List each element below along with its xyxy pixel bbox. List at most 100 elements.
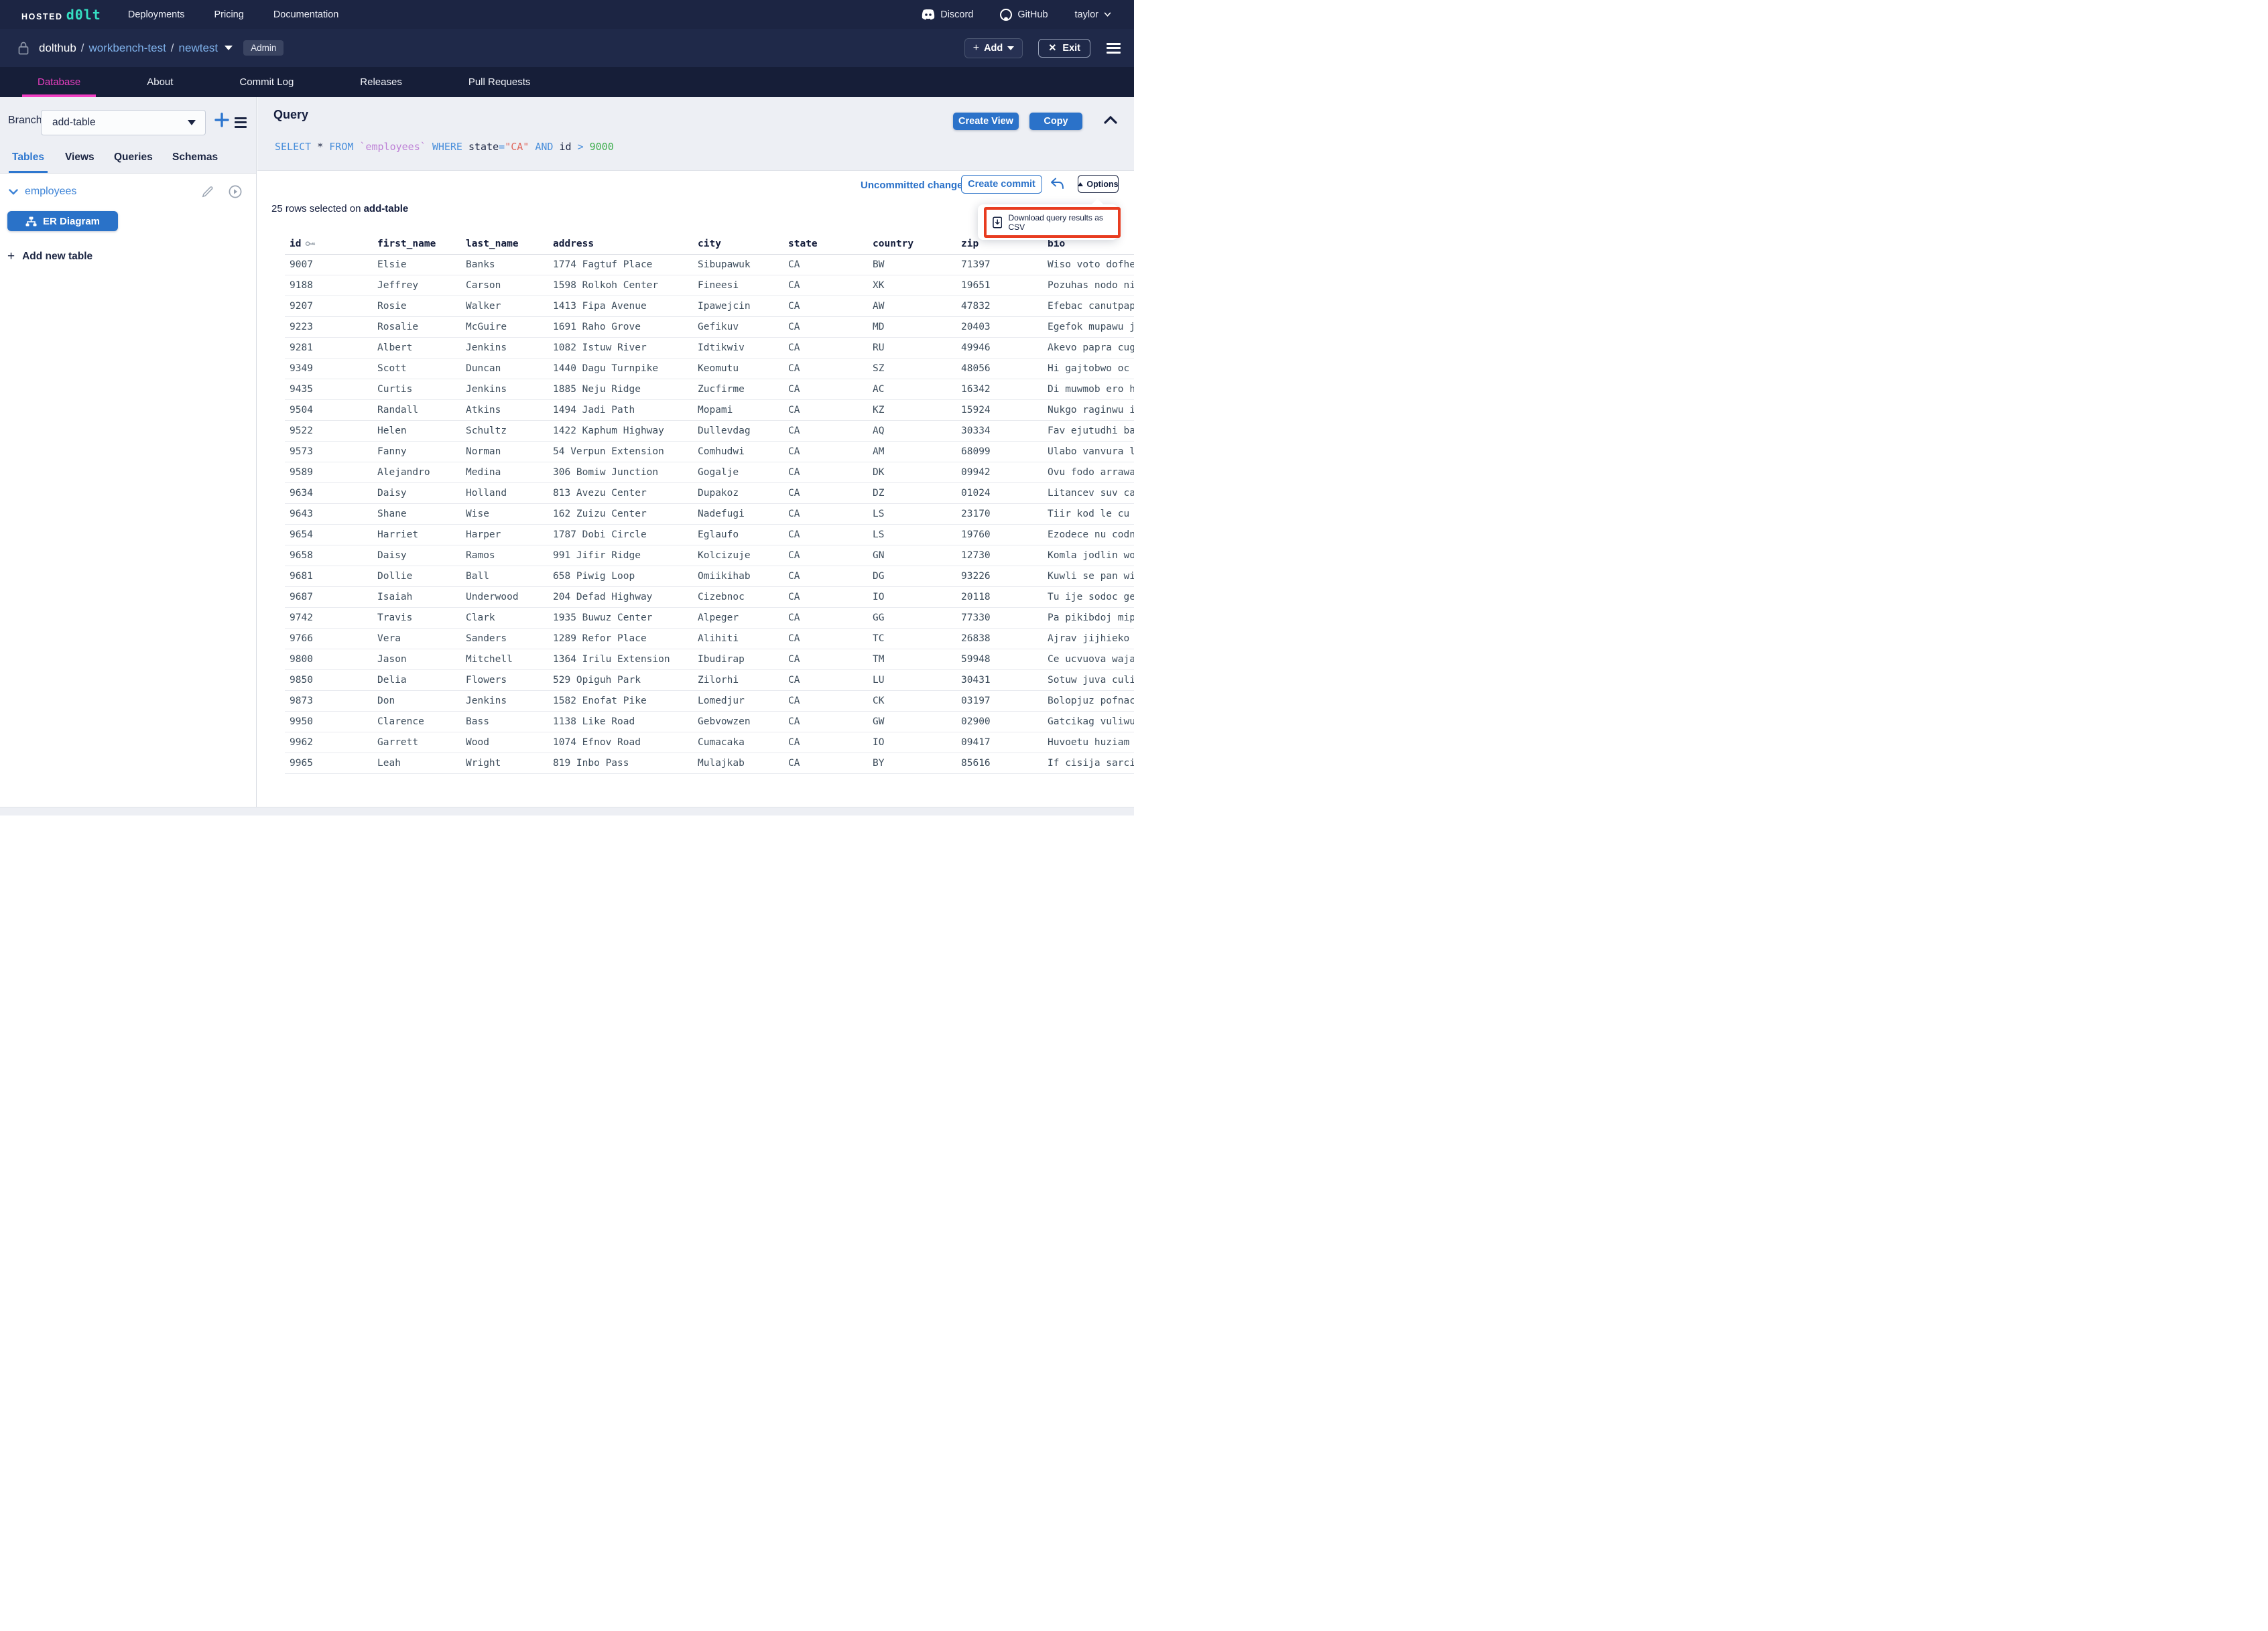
table-cell[interactable]: 1440 Dagu Turnpike	[548, 363, 693, 374]
table-cell[interactable]: 9634	[285, 488, 373, 499]
breadcrumb-repo[interactable]: workbench-test	[89, 42, 166, 55]
table-cell[interactable]: CA	[783, 405, 868, 415]
column-header-state[interactable]: state	[783, 239, 868, 249]
table-cell[interactable]: Alihiti	[693, 633, 783, 644]
table-cell[interactable]: Daisy	[373, 488, 461, 499]
user-menu[interactable]: taylor	[1075, 9, 1111, 20]
table-cell[interactable]: Don	[373, 696, 461, 706]
table-cell[interactable]: 1138 Like Road	[548, 716, 693, 727]
table-cell[interactable]: Gefikuv	[693, 322, 783, 332]
column-header-first-name[interactable]: first_name	[373, 239, 461, 249]
table-cell[interactable]: 15924	[956, 405, 1043, 415]
add-new-table-button[interactable]: + Add new table	[7, 250, 92, 263]
table-cell[interactable]: CA	[783, 259, 868, 270]
table-cell[interactable]: Mitchell	[461, 654, 548, 665]
table-cell[interactable]: 54 Verpun Extension	[548, 446, 693, 457]
table-cell[interactable]: 9742	[285, 612, 373, 623]
table-cell[interactable]: 19760	[956, 529, 1043, 540]
table-cell[interactable]: Shane	[373, 509, 461, 519]
table-cell[interactable]: Mopami	[693, 405, 783, 415]
sidebar-tab-queries[interactable]: Queries	[114, 151, 153, 173]
new-branch-icon[interactable]	[214, 113, 229, 127]
github-link[interactable]: GitHub	[1000, 9, 1048, 21]
add-button[interactable]: + Add	[964, 38, 1023, 58]
table-cell[interactable]: CA	[783, 737, 868, 748]
table-cell[interactable]: 162 Zuizu Center	[548, 509, 693, 519]
table-cell[interactable]: AW	[868, 301, 956, 312]
table-cell[interactable]: Zilorhi	[693, 675, 783, 686]
table-cell[interactable]: 71397	[956, 259, 1043, 270]
table-cell[interactable]: LS	[868, 509, 956, 519]
table-cell[interactable]: Walker	[461, 301, 548, 312]
hosted-dolt-logo[interactable]: HOSTED d0lt	[21, 7, 101, 23]
create-commit-button[interactable]: Create commit	[961, 175, 1042, 194]
table-cell[interactable]: 1774 Fagtuf Place	[548, 259, 693, 270]
hamburger-menu-icon[interactable]	[1107, 40, 1121, 56]
table-cell[interactable]: Holland	[461, 488, 548, 499]
table-cell[interactable]: 1413 Fipa Avenue	[548, 301, 693, 312]
table-cell[interactable]: 9962	[285, 737, 373, 748]
table-cell[interactable]: Gogalje	[693, 467, 783, 478]
table-cell[interactable]: 48056	[956, 363, 1043, 374]
table-cell[interactable]: 9654	[285, 529, 373, 540]
table-cell[interactable]: 09417	[956, 737, 1043, 748]
table-cell[interactable]: 59948	[956, 654, 1043, 665]
table-cell[interactable]: 03197	[956, 696, 1043, 706]
table-cell[interactable]: Isaiah	[373, 592, 461, 602]
table-cell[interactable]: Jason	[373, 654, 461, 665]
table-cell[interactable]: Atkins	[461, 405, 548, 415]
tab-about[interactable]: About	[131, 67, 188, 97]
table-cell[interactable]: 23170	[956, 509, 1043, 519]
table-cell[interactable]: 9435	[285, 384, 373, 395]
table-cell[interactable]: Pa pikibdoj mip	[1043, 612, 1134, 623]
table-cell[interactable]: Komla jodlin wo s	[1043, 550, 1134, 561]
collapse-chevron-up-icon[interactable]	[1104, 115, 1117, 124]
copy-button[interactable]: Copy	[1029, 113, 1082, 130]
table-cell[interactable]: CK	[868, 696, 956, 706]
table-cell[interactable]: 30431	[956, 675, 1043, 686]
table-cell[interactable]: CA	[783, 301, 868, 312]
sidebar-tab-tables[interactable]: Tables	[12, 151, 44, 173]
table-cell[interactable]: Bass	[461, 716, 548, 727]
table-cell[interactable]: 529 Opiguh Park	[548, 675, 693, 686]
table-cell[interactable]: Alejandro	[373, 467, 461, 478]
create-view-button[interactable]: Create View	[953, 113, 1019, 130]
topnav-link-pricing[interactable]: Pricing	[214, 9, 243, 20]
table-cell[interactable]: Elsie	[373, 259, 461, 270]
table-cell[interactable]: Helen	[373, 426, 461, 436]
table-cell[interactable]: Rosie	[373, 301, 461, 312]
table-cell[interactable]: Randall	[373, 405, 461, 415]
table-cell[interactable]: If cisija sarcil	[1043, 758, 1134, 769]
table-cell[interactable]: Kolcizuje	[693, 550, 783, 561]
table-cell[interactable]: Banks	[461, 259, 548, 270]
table-cell[interactable]: 1494 Jadi Path	[548, 405, 693, 415]
table-cell[interactable]: 204 Defad Highway	[548, 592, 693, 602]
table-cell[interactable]: 85616	[956, 758, 1043, 769]
table-cell[interactable]: Fineesi	[693, 280, 783, 291]
table-cell[interactable]: Cizebnoc	[693, 592, 783, 602]
table-cell[interactable]: 1422 Kaphum Highway	[548, 426, 693, 436]
table-cell[interactable]: TC	[868, 633, 956, 644]
download-csv-menu-item[interactable]: Download query results as CSV	[978, 204, 1118, 240]
table-cell[interactable]: Delia	[373, 675, 461, 686]
breadcrumb-owner[interactable]: dolthub	[39, 42, 76, 55]
table-cell[interactable]: Idtikwiv	[693, 342, 783, 353]
table-cell[interactable]: AQ	[868, 426, 956, 436]
table-cell[interactable]: 19651	[956, 280, 1043, 291]
table-cell[interactable]: Zucfirme	[693, 384, 783, 395]
table-cell[interactable]: Comhudwi	[693, 446, 783, 457]
table-cell[interactable]: KZ	[868, 405, 956, 415]
table-cell[interactable]: Ibudirap	[693, 654, 783, 665]
table-cell[interactable]: Sibupawuk	[693, 259, 783, 270]
table-cell[interactable]: 819 Inbo Pass	[548, 758, 693, 769]
table-cell[interactable]: 9643	[285, 509, 373, 519]
table-cell[interactable]: Sotuw juva culis	[1043, 675, 1134, 686]
table-cell[interactable]: GN	[868, 550, 956, 561]
table-cell[interactable]: 9766	[285, 633, 373, 644]
table-cell[interactable]: Underwood	[461, 592, 548, 602]
table-cell[interactable]: Nadefugi	[693, 509, 783, 519]
table-cell[interactable]: CA	[783, 758, 868, 769]
table-cell[interactable]: CA	[783, 467, 868, 478]
table-cell[interactable]: CA	[783, 550, 868, 561]
table-cell[interactable]: CA	[783, 446, 868, 457]
